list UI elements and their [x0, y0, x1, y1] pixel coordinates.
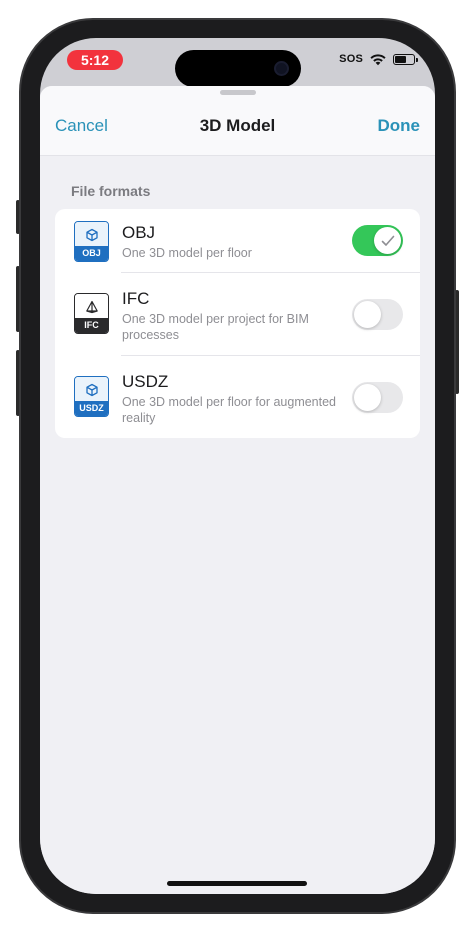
format-title-obj: OBJ [122, 223, 156, 242]
usdz-toggle[interactable] [352, 382, 403, 413]
format-title-usdz: USDZ [122, 372, 169, 391]
obj-file-icon: OBJ [74, 221, 109, 262]
format-row-obj[interactable]: OBJ OBJ One 3D model per floor [55, 209, 420, 273]
ifc-toggle[interactable] [352, 299, 403, 330]
device-stage: 5:12 SOS 3D Model Cancel Done File forma… [0, 0, 474, 934]
phone-screen: 5:12 SOS 3D Model Cancel Done File forma… [40, 38, 435, 894]
format-subtitle-ifc: One 3D model per project for BIM process… [122, 312, 309, 342]
format-subtitle-usdz: One 3D model per floor for augmented rea… [122, 395, 337, 425]
file-format-list: OBJ OBJ One 3D model per floor IFC IFC O… [55, 209, 420, 438]
sheet-grabber[interactable] [220, 90, 256, 95]
cancel-button[interactable]: Cancel [55, 116, 108, 136]
status-indicators: SOS [339, 52, 418, 66]
obj-toggle[interactable] [352, 225, 403, 256]
checkmark-icon [381, 235, 394, 246]
format-title-ifc: IFC [122, 289, 150, 308]
usdz-file-icon-label: USDZ [75, 401, 108, 416]
sos-indicator: SOS [339, 53, 363, 65]
wifi-icon [370, 54, 386, 66]
dynamic-island [175, 50, 301, 87]
navigation-bar: 3D Model Cancel Done [40, 86, 435, 156]
home-indicator[interactable] [167, 881, 307, 886]
toggle-knob [354, 301, 381, 328]
cube-icon [85, 228, 98, 242]
camera-icon [274, 61, 289, 76]
obj-file-icon-label: OBJ [75, 246, 108, 261]
format-subtitle-obj: One 3D model per floor [122, 246, 252, 260]
toggle-knob [354, 384, 381, 411]
section-header: File formats [71, 183, 151, 199]
toggle-knob [374, 227, 401, 254]
ifc-file-icon: IFC [74, 293, 109, 334]
cube-icon [85, 383, 98, 397]
battery-icon [393, 53, 418, 65]
modal-sheet: 3D Model Cancel Done File formats OBJ OB… [40, 86, 435, 894]
done-button[interactable]: Done [378, 116, 421, 136]
prism-icon [85, 300, 98, 314]
usdz-file-icon: USDZ [74, 376, 109, 417]
format-row-usdz[interactable]: USDZ USDZ One 3D model per floor for aug… [55, 356, 420, 438]
format-row-ifc[interactable]: IFC IFC One 3D model per project for BIM… [55, 273, 420, 356]
ifc-file-icon-label: IFC [75, 318, 108, 333]
status-time[interactable]: 5:12 [67, 50, 123, 70]
